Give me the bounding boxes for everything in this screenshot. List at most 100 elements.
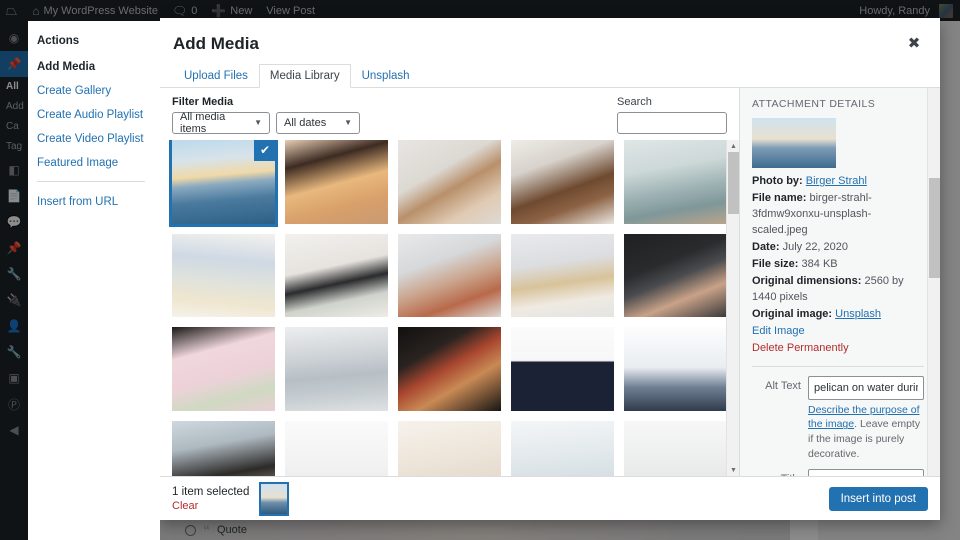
action-add-media[interactable]: Add Media — [37, 61, 160, 73]
media-thumbnail — [624, 140, 727, 224]
alt-text-label: Alt Text — [765, 379, 801, 392]
date-value: July 22, 2020 — [782, 241, 849, 254]
media-thumbnail — [172, 420, 275, 476]
attachment-details-inner: ATTACHMENT DETAILS Photo by: Birger Stra… — [752, 98, 928, 476]
search-input[interactable] — [617, 112, 727, 135]
media-thumbnail — [398, 420, 501, 476]
filter-group: Filter Media All media items ▼ All dates… — [172, 96, 360, 135]
media-tile-soft-beige-closeup[interactable] — [398, 420, 501, 476]
media-thumbnail — [511, 233, 614, 318]
media-tile-tools-on-dark-surface[interactable] — [398, 327, 501, 411]
media-type-select[interactable]: All media items ▼ — [172, 111, 270, 135]
media-thumbnail — [511, 140, 614, 224]
tab-unsplash[interactable]: Unsplash — [351, 64, 421, 88]
media-actions-panel: Actions Add Media Create Gallery Create … — [28, 21, 160, 540]
media-tile-camera-photos-flatlay[interactable] — [511, 140, 614, 224]
media-thumbnail — [285, 420, 388, 476]
media-tile-pelicans-sunrise-water[interactable]: ✔ — [169, 140, 278, 227]
media-tile-hands-on-bed-sheets[interactable] — [398, 233, 501, 318]
photo-by-label: Photo by: — [752, 175, 803, 188]
action-create-video-playlist[interactable]: Create Video Playlist — [37, 133, 160, 145]
action-create-gallery[interactable]: Create Gallery — [37, 85, 160, 97]
title-input[interactable] — [808, 469, 924, 476]
clear-selection-link[interactable]: Clear — [172, 500, 249, 512]
original-image-link[interactable]: Unsplash — [835, 308, 881, 320]
scroll-up-arrow-icon[interactable]: ▲ — [727, 140, 739, 152]
tab-media-library[interactable]: Media Library — [258, 64, 351, 89]
alt-text-helper: Describe the purpose of the image. Leave… — [808, 403, 924, 462]
attachment-preview-image[interactable] — [752, 118, 836, 169]
media-thumbnail — [398, 327, 501, 411]
file-size-label: File size: — [752, 258, 799, 271]
alt-text-input[interactable] — [808, 375, 924, 400]
actions-title: Actions — [37, 35, 80, 47]
file-name-label: File name: — [752, 192, 807, 205]
modal-footer: 1 item selected Clear Insert into post — [160, 476, 940, 520]
filter-bar: Filter Media All media items ▼ All dates… — [160, 88, 739, 140]
media-tile-desk-monitor-plant[interactable] — [285, 233, 388, 318]
media-tile-wrist-smartwatch[interactable] — [398, 140, 501, 224]
media-thumbnail — [285, 140, 388, 224]
action-insert-from-url[interactable]: Insert from URL — [37, 196, 160, 208]
title-label: Title — [752, 469, 808, 476]
media-tile-pink-sofa-eucalyptus[interactable] — [172, 327, 275, 411]
action-featured-image[interactable]: Featured Image — [37, 157, 160, 169]
media-tile-large-quote-mark[interactable] — [511, 327, 614, 411]
modal-tabs: Upload Files Media Library Unsplash — [160, 63, 940, 89]
search-label: Search — [617, 96, 652, 109]
checkmark-icon[interactable]: ✔ — [254, 140, 275, 162]
media-tile-light-blue-fabric[interactable] — [511, 420, 614, 476]
media-tile-folded-linens-stack[interactable] — [172, 233, 275, 318]
media-tile-pale-grey-object[interactable] — [624, 420, 727, 476]
alt-text-row: Alt Text Describe the purpose of the ima… — [752, 375, 924, 462]
page-title: Add Media — [173, 34, 259, 53]
page-root: ⏢ ⌂ My WordPress Website 🗨 0 ➕ New View … — [0, 0, 960, 540]
media-thumbnail — [285, 327, 388, 411]
file-size-value: 384 KB — [801, 258, 838, 271]
media-tile-woman-hat-blonde-hair[interactable] — [285, 140, 388, 224]
media-grid-scrollbar[interactable]: ▲ ▼ — [726, 140, 739, 476]
details-scrollbar[interactable] — [927, 88, 940, 476]
media-tile-chair-with-blanket[interactable] — [511, 233, 614, 318]
media-grid-wrapper: ✔ ▲ ▼ — [160, 140, 739, 476]
selected-item-thumbnail[interactable] — [259, 481, 290, 516]
media-tile-blurred-white-gradient[interactable] — [624, 327, 727, 411]
action-create-audio-playlist[interactable]: Create Audio Playlist — [37, 109, 160, 121]
media-thumbnail — [172, 233, 275, 318]
chevron-down-icon: ▼ — [344, 118, 352, 128]
meta-original-image: Original image: Unsplash — [752, 307, 924, 323]
meta-file-name: File name: birger-strahl-3fdmw9xonxu-uns… — [752, 191, 924, 239]
selection-status: 1 item selected Clear — [172, 485, 249, 512]
media-grid: ✔ — [169, 140, 727, 476]
alt-text-control: Describe the purpose of the image. Leave… — [808, 375, 924, 462]
date-select[interactable]: All dates ▼ — [276, 112, 360, 135]
search-group: Search — [617, 96, 727, 135]
media-library-frame: Filter Media All media items ▼ All dates… — [160, 88, 740, 476]
media-tile-hand-holding-staple-gun[interactable] — [624, 233, 727, 318]
modal-body: Filter Media All media items ▼ All dates… — [160, 88, 940, 476]
attachment-details-panel: ATTACHMENT DETAILS Photo by: Birger Stra… — [740, 88, 940, 476]
attachment-details-heading: ATTACHMENT DETAILS — [752, 98, 876, 111]
date-label: Date: — [752, 241, 780, 254]
details-divider — [752, 365, 924, 367]
delete-permanently-link[interactable]: Delete Permanently — [752, 341, 849, 357]
dimensions-label: Original dimensions: — [752, 275, 862, 288]
media-thumbnail — [172, 327, 275, 411]
media-tile-cupcake-dark-wrapper[interactable] — [172, 420, 275, 476]
meta-date: Date: July 22, 2020 — [752, 240, 924, 256]
media-tile-grey-cushion-closeup[interactable] — [285, 327, 388, 411]
details-scrollbar-thumb[interactable] — [929, 178, 940, 279]
filter-selects: All media items ▼ All dates ▼ — [172, 111, 360, 135]
selection-count: 1 item selected — [172, 486, 250, 499]
edit-image-link[interactable]: Edit Image — [752, 325, 805, 337]
insert-into-post-button[interactable]: Insert into post — [828, 486, 928, 511]
close-icon[interactable]: ✖ — [894, 24, 934, 62]
media-tile-white-minimal-scene[interactable] — [285, 420, 388, 476]
photo-by-link[interactable]: Birger Strahl — [806, 175, 867, 187]
media-thumbnail — [511, 420, 614, 476]
media-tile-living-room-armchair[interactable] — [624, 140, 727, 224]
scroll-down-arrow-icon[interactable]: ▼ — [727, 464, 739, 476]
scrollbar-thumb[interactable] — [728, 152, 739, 215]
tab-upload-files[interactable]: Upload Files — [173, 64, 259, 88]
media-thumbnail — [624, 420, 727, 476]
